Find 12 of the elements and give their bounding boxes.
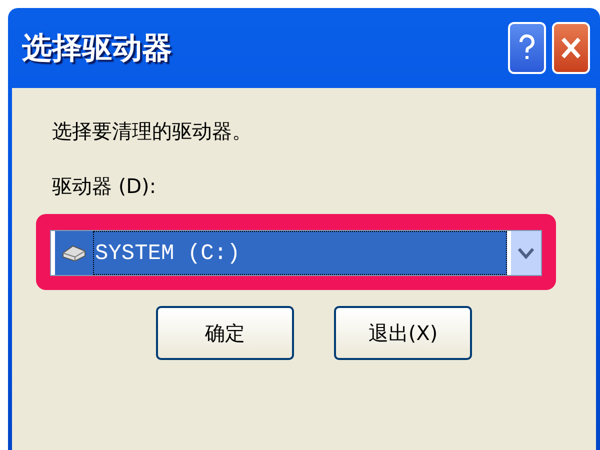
dropdown-value: SYSTEM (C:) [93, 231, 507, 275]
dialog-button[interactable]: 确定 [156, 306, 294, 360]
chevron-down-icon [517, 247, 535, 259]
close-button[interactable] [552, 22, 590, 74]
close-icon [560, 36, 582, 60]
dialog-button[interactable]: 退出(X) [334, 306, 472, 360]
drive-label: 驱动器 (D): [52, 173, 158, 200]
instruction-text: 选择要清理的驱动器。 [52, 118, 253, 145]
drive-icon [61, 243, 87, 263]
drive-dropdown[interactable]: SYSTEM (C:) [50, 230, 542, 276]
help-button[interactable] [508, 22, 546, 74]
window-title: 选择驱动器 [22, 30, 173, 68]
